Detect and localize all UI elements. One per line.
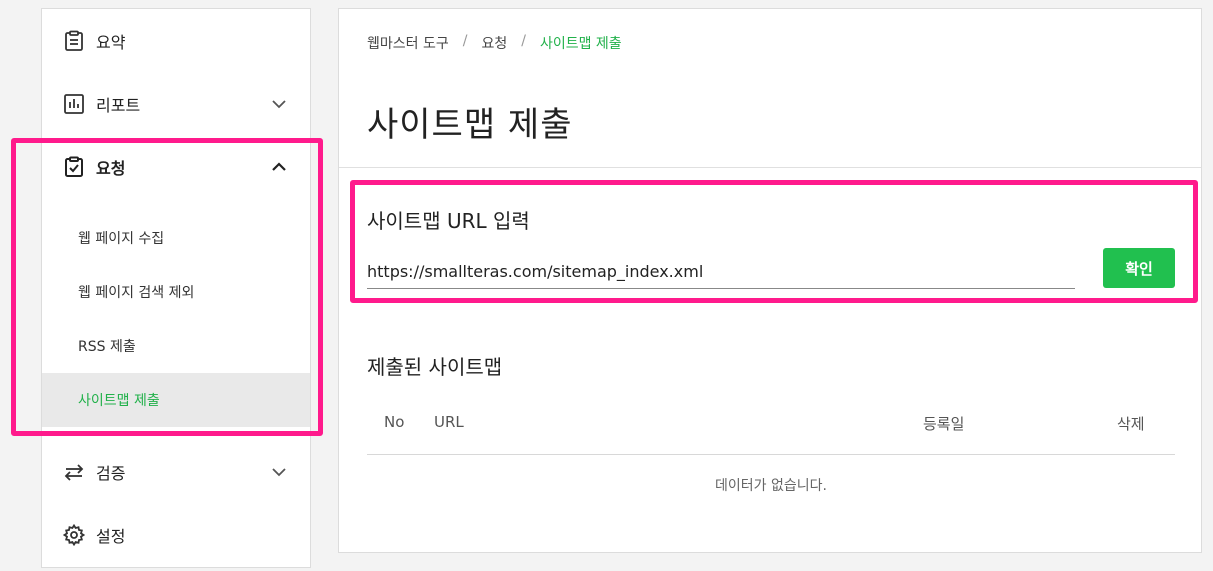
sidebar-item-label: 요청 [96, 159, 126, 178]
clipboard-icon [62, 29, 86, 53]
sidebar: 요약 리포트 요청 웹 페이지 수집 웹 페이지 검색 제외 RSS 제출 사이… [41, 8, 311, 568]
sidebar-item-report[interactable]: 리포트 [42, 79, 310, 129]
column-header-url: URL [434, 413, 464, 431]
sidebar-item-summary[interactable]: 요약 [42, 16, 310, 66]
column-header-delete: 삭제 [1117, 415, 1145, 433]
sidebar-item-label: 요약 [96, 33, 126, 52]
sidebar-subitem-exclude[interactable]: 웹 페이지 검색 제외 [42, 265, 310, 319]
sidebar-item-request[interactable]: 요청 [42, 142, 310, 192]
sidebar-item-label: 검증 [96, 464, 126, 483]
breadcrumb-item[interactable]: 요청 [481, 33, 507, 53]
sidebar-subitem-label: RSS 제출 [78, 339, 136, 355]
sidebar-item-label: 리포트 [96, 96, 141, 115]
breadcrumb: 웹마스터 도구 / 요청 / 사이트맵 제출 [367, 33, 622, 53]
sidebar-subitem-label: 웹 페이지 수집 [78, 231, 165, 247]
chevron-up-icon [270, 158, 288, 176]
chevron-down-icon [270, 463, 288, 481]
sidebar-subitem-sitemap[interactable]: 사이트맵 제출 [42, 373, 310, 427]
empty-table-message: 데이터가 없습니다. [715, 478, 827, 494]
column-header-no: No [384, 413, 405, 431]
sidebar-item-verify[interactable]: 검증 [42, 447, 310, 497]
chevron-down-icon [270, 95, 288, 113]
sidebar-subitem-label: 사이트맵 제출 [78, 393, 160, 409]
sidebar-item-label: 설정 [96, 527, 126, 546]
clipboard-check-icon [62, 155, 86, 179]
sidebar-subitem-label: 웹 페이지 검색 제외 [78, 285, 195, 301]
breadcrumb-current: 사이트맵 제출 [539, 36, 622, 52]
bar-chart-icon [62, 92, 86, 116]
main-panel: 웹마스터 도구 / 요청 / 사이트맵 제출 사이트맵 제출 사이트맵 URL … [338, 8, 1202, 553]
swap-arrows-icon [62, 460, 86, 484]
sitemap-url-label: 사이트맵 URL 입력 [367, 209, 530, 233]
gear-icon [62, 523, 86, 547]
submitted-sitemaps-title: 제출된 사이트맵 [367, 355, 503, 379]
page-title: 사이트맵 제출 [367, 105, 573, 145]
breadcrumb-separator: / [462, 33, 468, 49]
confirm-button[interactable]: 확인 [1103, 248, 1175, 288]
sidebar-subitem-crawl[interactable]: 웹 페이지 수집 [42, 211, 310, 265]
table-divider [367, 454, 1175, 455]
column-header-date: 등록일 [923, 415, 965, 433]
sidebar-subitem-rss[interactable]: RSS 제출 [42, 319, 310, 373]
sitemap-url-input[interactable] [367, 255, 1075, 289]
divider [339, 167, 1201, 168]
sidebar-item-settings[interactable]: 설정 [42, 510, 310, 560]
breadcrumb-item[interactable]: 웹마스터 도구 [367, 33, 449, 53]
breadcrumb-separator: / [521, 33, 526, 49]
